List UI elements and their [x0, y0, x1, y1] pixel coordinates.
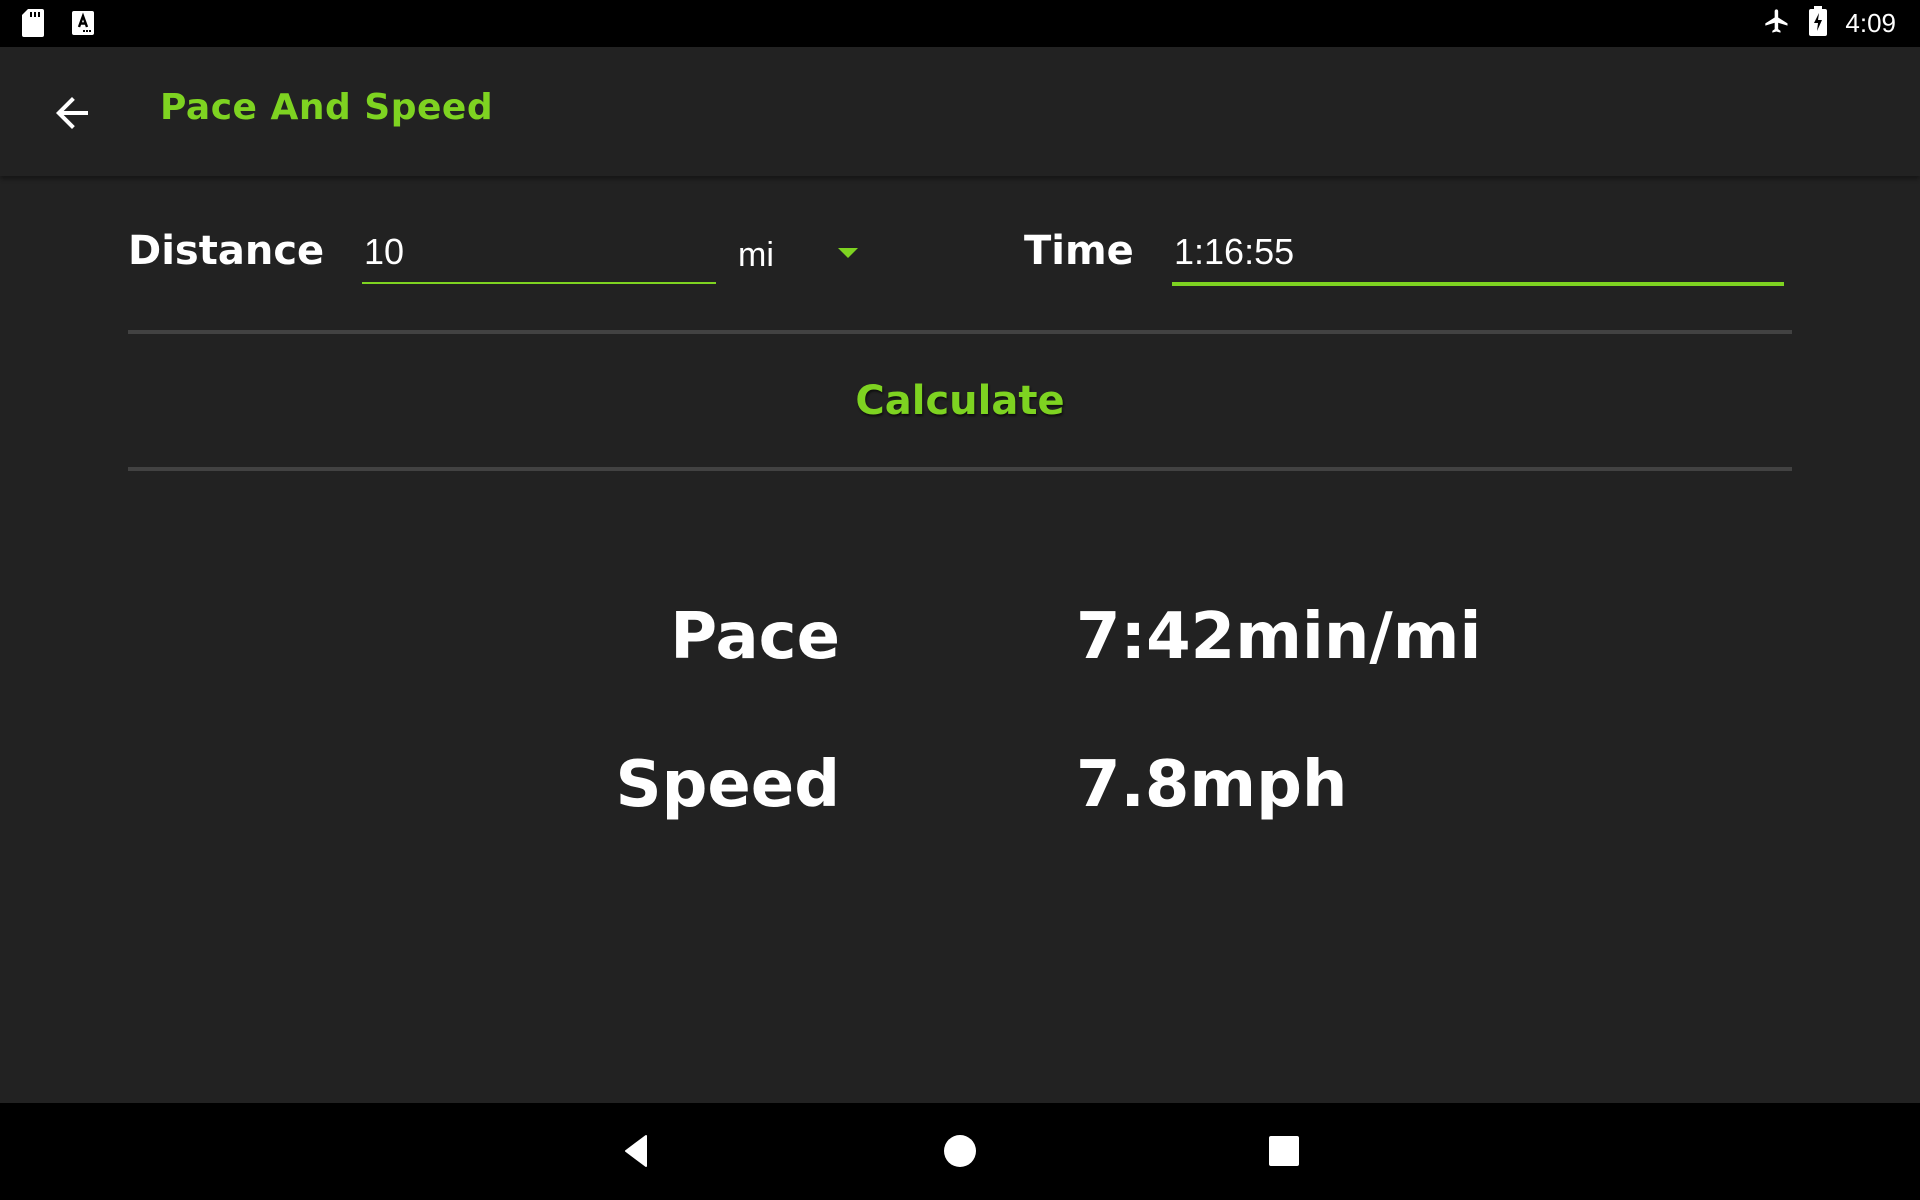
status-bar: 4:09 — [0, 0, 1920, 47]
distance-underline — [362, 282, 716, 284]
time-label: Time — [1024, 228, 1134, 274]
pace-label: Pace — [670, 600, 840, 674]
nav-recents-button[interactable] — [1262, 1131, 1306, 1175]
battery-charging-icon — [1809, 6, 1828, 40]
time-input[interactable] — [1172, 226, 1784, 278]
distance-input[interactable] — [362, 226, 716, 278]
pace-value: 7:42min/mi — [1076, 600, 1482, 674]
speed-label: Speed — [615, 748, 840, 822]
divider-bottom — [128, 467, 1792, 471]
autofill-keyboard-icon — [72, 11, 94, 39]
divider-top — [128, 330, 1792, 334]
speed-value: 7.8mph — [1076, 748, 1348, 822]
nav-back-icon — [624, 1134, 648, 1172]
system-nav-bar — [0, 1103, 1920, 1200]
nav-home-button[interactable] — [938, 1131, 982, 1175]
dropdown-arrow-icon — [838, 248, 858, 258]
arrow-back-icon — [48, 97, 96, 141]
time-underline-focused — [1172, 282, 1784, 286]
app-bar: Pace And Speed — [0, 47, 1920, 176]
unit-dropdown[interactable]: mi — [738, 228, 868, 282]
nav-home-icon — [943, 1134, 977, 1172]
page-title: Pace And Speed — [160, 87, 494, 128]
airplane-mode-icon — [1763, 6, 1791, 40]
unit-selected-value: mi — [738, 235, 774, 274]
calculate-button[interactable]: Calculate — [128, 335, 1792, 466]
back-button[interactable] — [48, 89, 96, 137]
time-field-wrap — [1172, 226, 1784, 286]
distance-label: Distance — [128, 228, 325, 274]
nav-recents-icon — [1268, 1135, 1300, 1171]
clock: 4:09 — [1845, 7, 1896, 38]
sd-card-icon — [22, 9, 44, 41]
distance-field-wrap — [362, 226, 716, 284]
nav-back-button[interactable] — [614, 1131, 658, 1175]
